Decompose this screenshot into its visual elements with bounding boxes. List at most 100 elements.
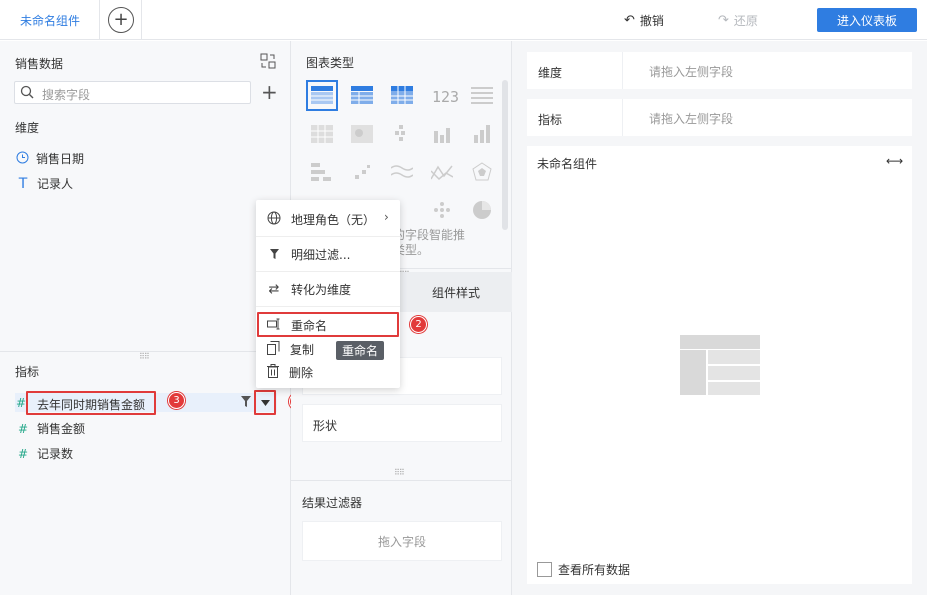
divider [622,99,623,136]
heatmap-grid-icon[interactable] [311,125,333,146]
result-filter-dropzone[interactable]: 拖入字段 [302,521,502,561]
divider [256,306,400,307]
resize-handle[interactable]: ⠿⠿ [394,468,405,477]
measure-field[interactable]: # 销售金额 [16,420,85,437]
filter-icon [267,249,281,259]
dimension-field[interactable]: 销售日期 [16,150,84,167]
annotation-badge-3: 3 [168,392,185,409]
shape-slot[interactable]: 形状 [302,404,502,442]
divider [256,271,400,272]
menu-label: 转化为维度 [291,282,352,297]
menu-item-convert-to-dimension[interactable]: ⇄ 转化为维度 [256,280,400,298]
trash-icon [267,363,279,381]
field-label: 销售金额 [37,422,86,436]
search-input[interactable]: 搜索字段 [14,81,251,104]
annotation-badge-2: 2 [410,316,427,333]
column-chart-icon[interactable] [473,125,491,146]
scrollbar[interactable] [502,80,508,230]
text-type-icon: T [18,175,28,192]
line-chart-icon[interactable] [390,163,414,184]
bubble-icon[interactable] [433,201,451,222]
tab-label: 未命名组件 [20,13,81,28]
stacked-icon[interactable] [311,163,333,184]
redo-button[interactable]: ↷ 还原 [718,12,758,29]
measure-shelf[interactable]: 指标 请拖入左侧字段 [527,99,912,136]
redo-label: 还原 [733,14,758,28]
dimension-title: 维度 [15,121,40,135]
globe-icon [267,211,281,228]
detail-list-icon[interactable] [471,86,493,107]
menu-item-delete[interactable]: 删除 [256,363,400,381]
annotation-box-2 [257,312,399,337]
tab-label: 组件样式 [431,285,480,300]
undo-icon: ↶ [624,13,635,28]
menu-label: 明细过滤... [291,247,351,262]
divider [141,0,142,40]
scatter-icon[interactable] [353,163,371,184]
undo-button[interactable]: ↶ 撤销 [624,12,664,29]
field-label: 记录人 [37,177,74,191]
rename-tooltip: 重命名 [336,341,384,360]
group-table-icon[interactable] [351,86,373,107]
undo-label: 撤销 [639,14,664,28]
dimension-shelf[interactable]: 维度 请拖入左侧字段 [527,52,912,89]
shape-label: 形状 [313,419,338,433]
field-label: 销售日期 [36,152,85,166]
tab-unnamed-widget[interactable]: 未命名组件 [0,0,100,40]
widget-preview: 未命名组件 ⟷ 查看所有数据 [527,146,912,584]
measure-field[interactable]: # 记录数 [16,445,73,462]
filter-icon[interactable] [241,396,251,410]
count-measure-icon: # [17,446,29,461]
result-filter-title: 结果过滤器 [302,496,363,510]
divider [256,236,400,237]
switch-dataset-icon[interactable] [260,53,276,69]
kpi-number-icon[interactable]: 123 [432,88,459,106]
pie-chart-icon[interactable] [472,200,492,223]
field-label: 记录数 [37,447,74,461]
dimension-field[interactable]: T 记录人 [16,175,73,192]
search-icon [20,85,34,102]
add-tab-button[interactable]: + [108,7,134,33]
menu-item-geo-role[interactable]: 地理角色（无） › [256,210,400,228]
menu-label: 复制 [290,342,315,357]
search-placeholder: 搜索字段 [42,88,91,102]
chevron-right-icon: › [384,210,389,224]
radar-chart-icon[interactable] [472,162,492,185]
checkbox-label: 查看所有数据 [558,563,631,577]
dropdown-arrow-icon[interactable] [261,396,270,410]
field-label: 去年同时期销售金额 [37,398,146,412]
add-field-button[interactable]: + [261,82,278,102]
enter-dashboard-button[interactable]: 进入仪表板 [817,8,917,32]
dropzone-label: 拖入字段 [377,534,426,549]
shelf-placeholder: 请拖入左侧字段 [649,65,734,79]
view-all-data-checkbox[interactable]: 查看所有数据 [537,561,630,578]
copy-icon [267,340,280,358]
tab-widget-style[interactable]: 组件样式 [400,272,512,312]
calc-measure-icon: # [16,396,27,410]
field-panel [0,41,291,595]
bar-chart-icon[interactable] [433,125,451,146]
cross-table-icon[interactable] [391,86,413,107]
fit-width-icon[interactable]: ⟷ [886,154,903,168]
divider [622,52,623,89]
menu-item-detail-filter[interactable]: 明细过滤... [256,245,400,263]
area-chart-icon[interactable] [430,163,454,184]
measure-icon: # [17,421,29,436]
table-chart-icon [311,86,333,107]
resize-handle[interactable]: ⠿⠿ [139,352,150,361]
shelf-placeholder: 请拖入左侧字段 [649,112,734,126]
map-icon[interactable] [351,125,373,146]
widget-title: 未命名组件 [537,157,598,171]
enter-dashboard-label: 进入仪表板 [836,13,897,28]
dot-matrix-icon[interactable] [393,125,411,146]
menu-label: 删除 [289,365,314,380]
shelf-label: 指标 [538,113,563,127]
dataset-title: 销售数据 [15,57,64,71]
measure-title: 指标 [15,365,40,379]
checkbox[interactable] [537,562,552,577]
redo-icon: ↷ [718,13,729,28]
clock-icon [16,151,29,167]
divider [291,480,512,481]
chart-type-title: 图表类型 [306,56,355,70]
menu-label: 地理角色（无） [291,212,376,227]
